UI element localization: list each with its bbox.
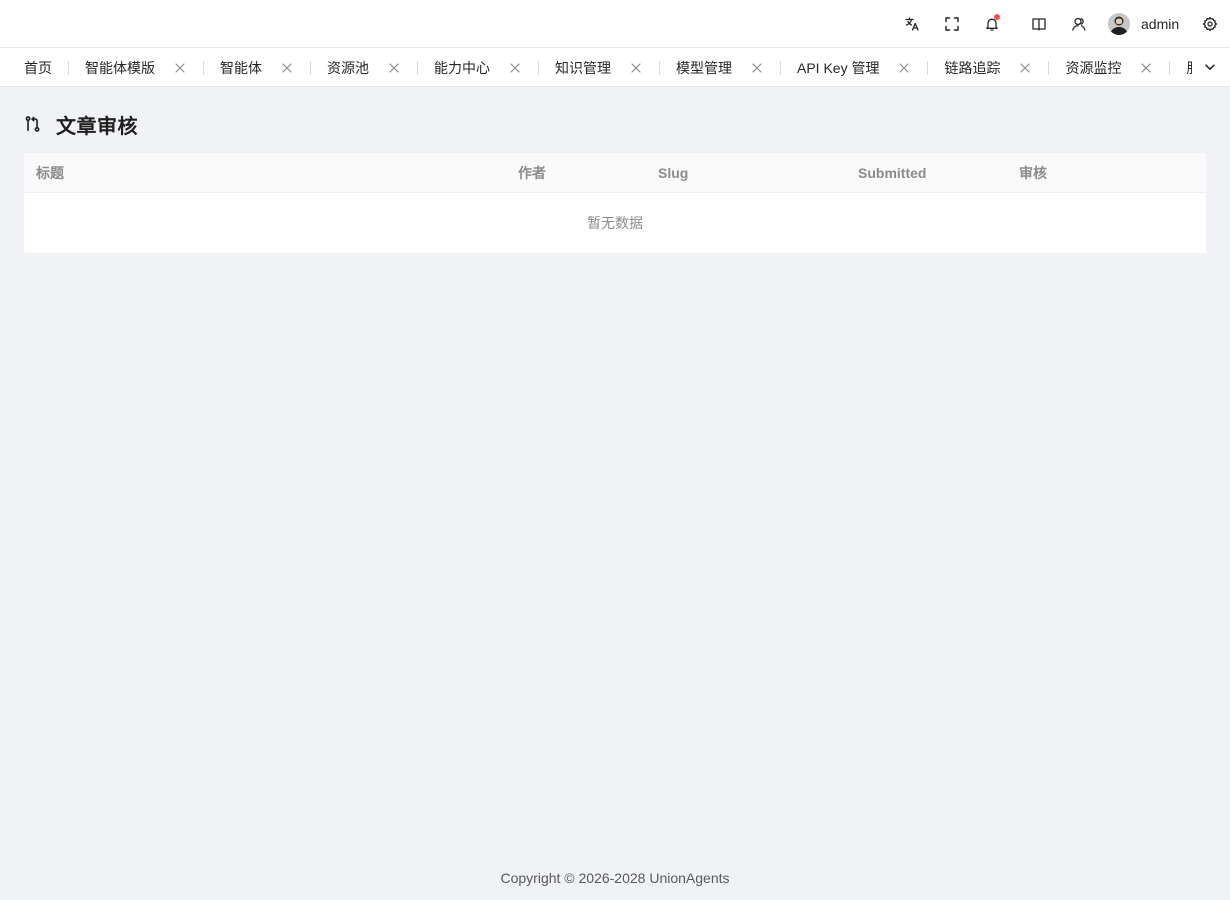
notification-badge bbox=[994, 14, 1000, 20]
pull-request-icon bbox=[24, 114, 44, 134]
tab-label: 能力中心 bbox=[434, 59, 490, 76]
close-icon[interactable] bbox=[508, 61, 522, 75]
tab-label: 智能体 bbox=[220, 59, 262, 76]
tab-item[interactable]: 链路追踪 bbox=[944, 48, 1032, 86]
tab-item[interactable]: 智能体模版 bbox=[85, 48, 187, 86]
tab-label: 模型管理 bbox=[676, 59, 732, 76]
tab-label: 资源池 bbox=[327, 59, 369, 76]
tab-label: 知识管理 bbox=[555, 59, 611, 76]
tab-label: 智能体模版 bbox=[85, 59, 155, 76]
tab-divider bbox=[1048, 60, 1050, 75]
close-icon[interactable] bbox=[387, 61, 401, 75]
tab-item[interactable]: 首页 bbox=[24, 48, 52, 86]
gear-icon[interactable] bbox=[1198, 12, 1222, 36]
fullscreen-icon[interactable] bbox=[940, 12, 964, 36]
table-header: 标题 作者 Slug Submitted 审核 bbox=[24, 153, 1206, 193]
tab-item[interactable]: 知识管理 bbox=[555, 48, 643, 86]
footer-copyright: Copyright © 2026-2028 UnionAgents bbox=[500, 870, 730, 886]
translate-icon[interactable] bbox=[900, 12, 924, 36]
empty-state: 暂无数据 bbox=[587, 215, 643, 231]
top-header: admin bbox=[0, 0, 1230, 48]
tab-divider bbox=[659, 60, 660, 75]
tab-divider bbox=[417, 60, 418, 75]
column-slug[interactable]: Slug bbox=[658, 153, 688, 193]
close-icon[interactable] bbox=[750, 61, 764, 75]
tab-divider bbox=[1169, 60, 1171, 75]
tab-divider bbox=[310, 60, 311, 75]
tab-bar: 首页 智能体模版 智能体 资源池 能力中心 知识管理 模型管理 API Key 管理 链路追踪 资… bbox=[0, 48, 1230, 87]
tab-item[interactable]: 能力中心 bbox=[434, 48, 522, 86]
close-icon[interactable] bbox=[1018, 61, 1032, 75]
tab-label: 首页 bbox=[24, 59, 52, 76]
user-name: admin bbox=[1141, 16, 1180, 32]
tab-divider bbox=[538, 60, 539, 75]
tab-label: 服务 bbox=[1186, 58, 1192, 78]
tab-list: 首页 智能体模版 智能体 资源池 能力中心 知识管理 模型管理 API Key 管理 链路追踪 资… bbox=[24, 48, 1192, 86]
tab-item[interactable]: 服务 bbox=[1186, 48, 1192, 86]
page-title: 文章审核 bbox=[56, 115, 138, 138]
close-icon[interactable] bbox=[629, 61, 643, 75]
tab-item[interactable]: API Key 管理 bbox=[797, 48, 911, 86]
chevron-down-icon[interactable] bbox=[1202, 59, 1218, 75]
user-menu[interactable]: admin bbox=[1108, 12, 1179, 36]
tab-item[interactable]: 资源监控 bbox=[1065, 48, 1153, 86]
avatar bbox=[1108, 13, 1130, 35]
close-icon[interactable] bbox=[280, 61, 294, 75]
notification-button[interactable] bbox=[980, 12, 1004, 36]
tab-label: 链路追踪 bbox=[944, 59, 1001, 76]
close-icon[interactable] bbox=[1139, 61, 1153, 75]
tab-item[interactable]: 资源池 bbox=[327, 48, 401, 86]
tab-divider bbox=[780, 60, 781, 75]
tab-item[interactable]: 智能体 bbox=[220, 48, 294, 86]
close-icon[interactable] bbox=[173, 61, 187, 75]
column-title[interactable]: 标题 bbox=[36, 153, 64, 193]
column-author[interactable]: 作者 bbox=[518, 153, 546, 193]
column-submitted[interactable]: Submitted bbox=[858, 153, 926, 193]
articles-table: 标题 作者 Slug Submitted 审核 暂无数据 bbox=[24, 153, 1206, 253]
tab-item[interactable]: 模型管理 bbox=[676, 48, 764, 86]
page-header: 文章审核 bbox=[24, 111, 138, 138]
tab-divider bbox=[203, 60, 204, 75]
book-icon[interactable] bbox=[1027, 12, 1051, 36]
user-outline-icon[interactable] bbox=[1067, 12, 1091, 36]
tab-label: API Key 管理 bbox=[797, 59, 880, 76]
tab-divider bbox=[927, 60, 929, 75]
close-icon[interactable] bbox=[897, 61, 911, 75]
tab-divider bbox=[68, 60, 69, 75]
tab-label: 资源监控 bbox=[1065, 59, 1122, 76]
column-review[interactable]: 审核 bbox=[1019, 153, 1047, 193]
